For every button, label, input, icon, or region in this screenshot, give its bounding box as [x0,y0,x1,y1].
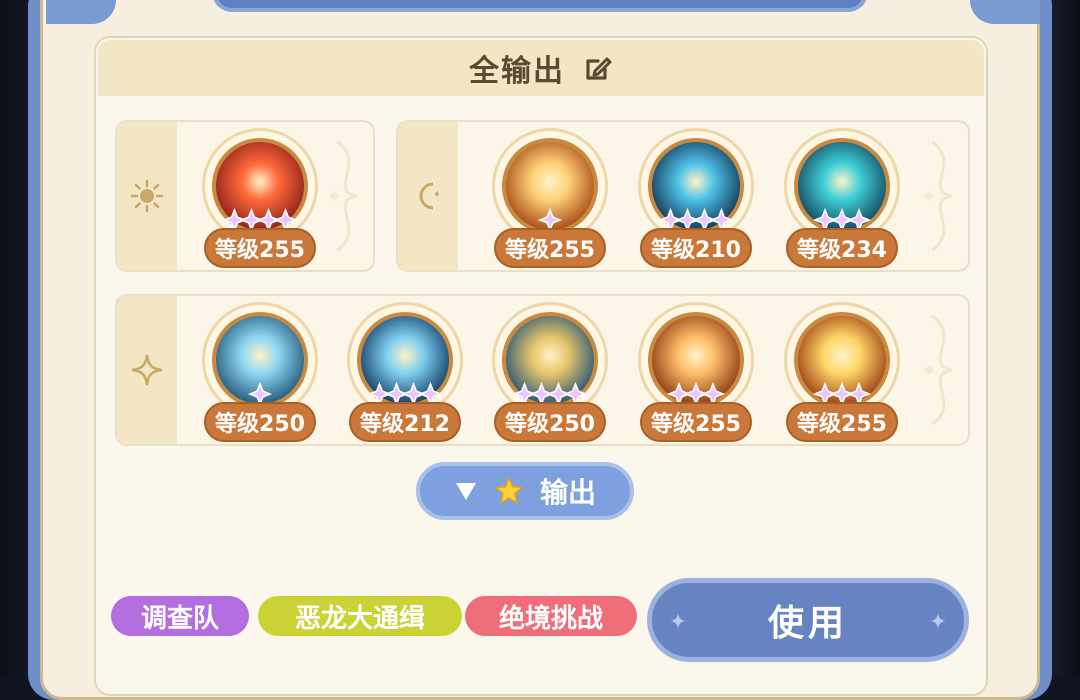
level-badge: 等级250 [494,402,606,442]
filter-label: 输出 [539,476,596,509]
level-badge: 等级210 [640,228,752,268]
row-ornament [924,314,953,426]
star-icon [495,477,523,504]
star-pip [563,382,588,406]
character-slot[interactable]: 等级250 [488,296,612,446]
level-badge: 等级250 [204,402,316,442]
sparkle-icon [670,613,686,629]
use-button-label: 使用 [767,603,848,644]
edit-icon[interactable] [583,53,613,83]
character-slot[interactable]: 等级212 [343,296,467,446]
level-badge: 等级255 [494,228,606,268]
frame-corner-right [970,0,1040,24]
tag-survey-team[interactable]: 调查队 [111,596,249,636]
level-badge: 等级255 [786,402,898,442]
star-pip [247,382,273,406]
character-slot[interactable]: 等级234 [780,122,904,272]
team-header: 全输出 [98,40,984,96]
tag-label: 绝境挑战 [498,603,603,634]
team-title: 全输出 [469,54,565,89]
row-tab-moon [398,122,458,270]
level-badge: 等级255 [204,228,316,268]
sparkle-icon [930,613,946,629]
row-ornament [329,140,358,252]
tag-abyss-challenge[interactable]: 绝境挑战 [465,596,637,636]
character-slot[interactable]: 等级210 [634,122,758,272]
star-pip [273,208,298,232]
sun-icon [130,179,164,213]
filter-dropdown-button[interactable]: 输出 [416,462,634,520]
star-pip [709,208,734,232]
star-pip [537,208,563,232]
use-button[interactable]: 使用 [647,578,969,662]
moon-icon [419,182,439,210]
star-pip [846,382,872,406]
top-bar [212,0,868,12]
character-slot[interactable]: 等级250 [198,296,322,446]
tag-label: 调查队 [140,603,219,634]
level-badge: 等级234 [786,228,898,268]
level-badge: 等级212 [349,402,461,442]
row-tab-sparkle [117,296,177,444]
character-slot[interactable]: 等级255 [780,296,904,446]
level-badge: 等级255 [640,402,752,442]
tag-label: 恶龙大通缉 [294,603,425,634]
character-slot[interactable]: 等级255 [198,122,322,272]
sparkle-icon [131,354,163,386]
character-slot[interactable]: 等级255 [634,296,758,446]
character-slot[interactable]: 等级255 [488,122,612,272]
star-pip [700,382,726,406]
row-tab-sun [117,122,177,270]
star-pip [846,208,872,232]
row-ornament [924,140,953,252]
star-pip [418,382,443,406]
triangle-down-icon [455,483,476,500]
tag-dragon-wanted[interactable]: 恶龙大通缉 [258,596,462,636]
